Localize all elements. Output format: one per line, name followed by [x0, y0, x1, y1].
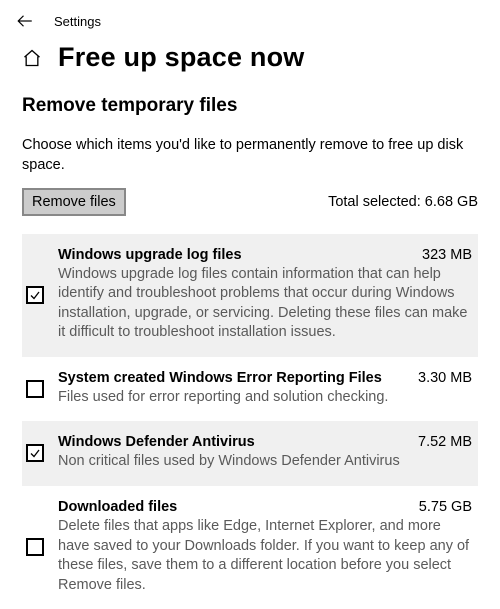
section-title: Remove temporary files — [22, 95, 478, 117]
content: Remove temporary files Choose which item… — [0, 95, 500, 609]
item-body: Windows upgrade log files 323 MB Windows… — [58, 247, 472, 343]
action-row: Remove files Total selected: 6.68 GB — [22, 188, 478, 216]
item-body: System created Windows Error Reporting F… — [58, 370, 472, 408]
item-size: 7.52 MB — [418, 434, 472, 450]
file-category-item: Windows Defender Antivirus 7.52 MB Non c… — [22, 421, 478, 486]
total-selected-label: Total selected: 6.68 GB — [328, 194, 478, 210]
item-title: Windows upgrade log files — [58, 247, 242, 263]
item-title: System created Windows Error Reporting F… — [58, 370, 382, 386]
item-description: Delete files that apps like Edge, Intern… — [58, 517, 472, 595]
checkbox-windows-upgrade-log-files[interactable] — [26, 286, 44, 304]
top-bar: Settings — [0, 0, 500, 30]
back-icon[interactable] — [16, 12, 34, 30]
remove-files-button[interactable]: Remove files — [22, 188, 126, 216]
checkbox-system-error-reporting[interactable] — [26, 380, 44, 398]
item-title: Downloaded files — [58, 499, 177, 515]
item-title: Windows Defender Antivirus — [58, 434, 255, 450]
item-description: Windows upgrade log files contain inform… — [58, 265, 472, 343]
item-body: Downloaded files 5.75 GB Delete files th… — [58, 499, 472, 595]
checkbox-windows-defender[interactable] — [26, 444, 44, 462]
item-body: Windows Defender Antivirus 7.52 MB Non c… — [58, 434, 472, 472]
item-description: Files used for error reporting and solut… — [58, 388, 472, 408]
page-header: Free up space now — [0, 30, 500, 95]
section-description: Choose which items you'd like to permane… — [22, 135, 478, 176]
file-category-item: Downloaded files 5.75 GB Delete files th… — [22, 486, 478, 609]
checkbox-downloaded-files[interactable] — [26, 538, 44, 556]
item-size: 5.75 GB — [419, 499, 472, 515]
item-size: 3.30 MB — [418, 370, 472, 386]
home-icon[interactable] — [22, 48, 42, 68]
file-category-item: System created Windows Error Reporting F… — [22, 357, 478, 422]
item-description: Non critical files used by Windows Defen… — [58, 452, 472, 472]
page-title: Free up space now — [58, 42, 304, 73]
item-size: 323 MB — [422, 247, 472, 263]
app-title: Settings — [54, 14, 101, 29]
file-category-item: Windows upgrade log files 323 MB Windows… — [22, 234, 478, 357]
